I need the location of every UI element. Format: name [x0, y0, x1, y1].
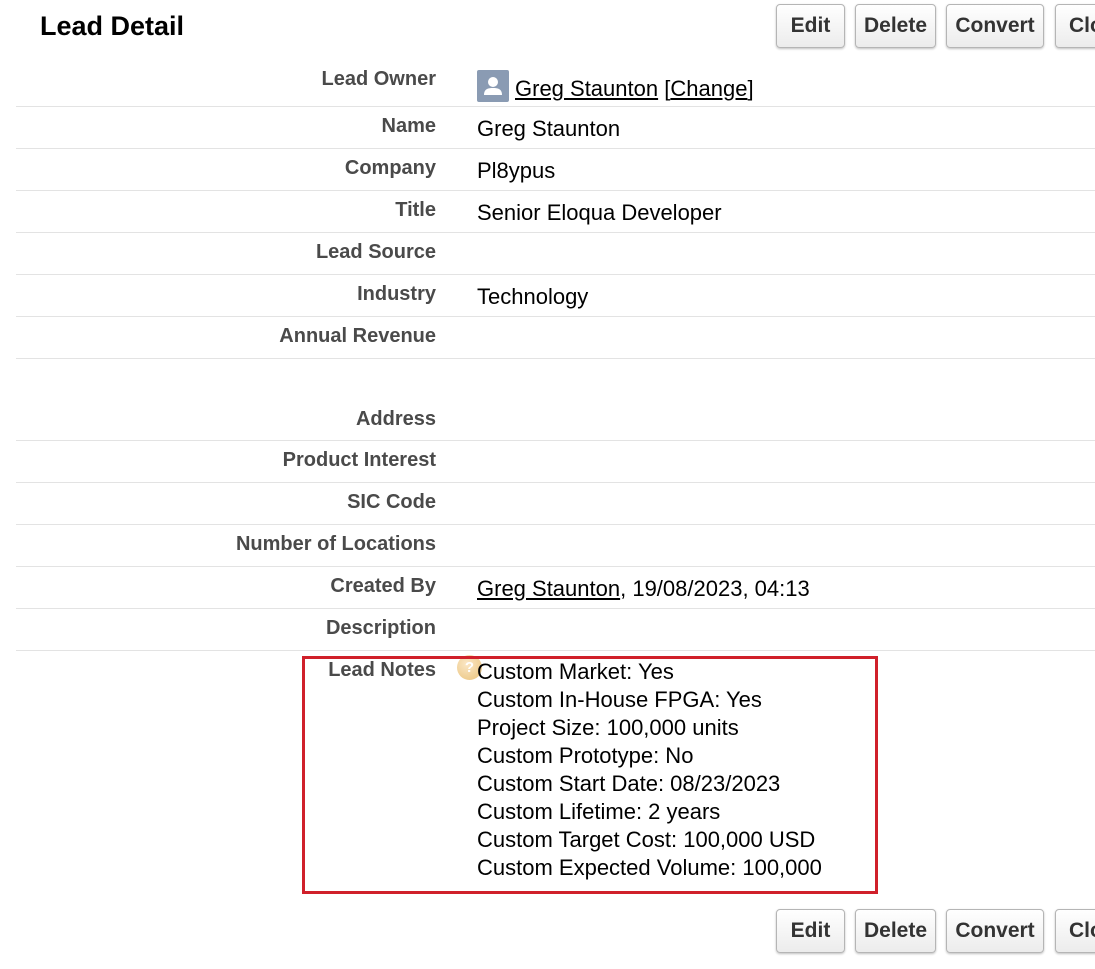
field-row-lead-source: Lead Source [16, 233, 1095, 275]
page-title: Lead Detail [40, 11, 185, 41]
field-label: Address [355, 408, 436, 430]
delete-button[interactable]: Delete [855, 909, 936, 953]
convert-button[interactable]: Convert [946, 4, 1044, 48]
field-value: Pl8ypus [477, 158, 556, 183]
field-label: Number of Locations [235, 533, 436, 555]
change-owner-link[interactable]: Change [670, 76, 747, 101]
lead-owner-link[interactable]: Greg Staunton [515, 76, 658, 101]
field-row-lead-owner: Lead Owner Greg Staunton [Change] [16, 62, 1095, 107]
created-datetime: , 19/08/2023, 04:13 [620, 576, 810, 601]
field-label: SIC Code [347, 491, 436, 513]
edit-button[interactable]: Edit [776, 4, 845, 48]
field-label: Industry [357, 283, 436, 305]
highlight-box [302, 656, 878, 894]
field-value: Greg Staunton [477, 116, 621, 141]
convert-button[interactable]: Convert [946, 909, 1044, 953]
field-row-annual-revenue: Annual Revenue [16, 317, 1095, 359]
field-value: Greg Staunton [Change] [477, 70, 754, 102]
field-row-created-by: Created By Greg Staunton, 19/08/2023, 04… [16, 567, 1095, 609]
field-row-sic-code: SIC Code [16, 483, 1095, 525]
field-label: Created By [330, 575, 436, 597]
field-row-product-interest: Product Interest [16, 441, 1095, 483]
field-value: Senior Eloqua Developer [477, 200, 722, 225]
clone-button[interactable]: Clone [1055, 909, 1095, 953]
field-row-title: Title Senior Eloqua Developer [16, 191, 1095, 233]
field-row-description: Description [16, 609, 1095, 651]
field-label: Company [344, 157, 436, 179]
created-by-link[interactable]: Greg Staunton [477, 576, 620, 601]
change-bracket-close: ] [747, 76, 754, 101]
field-row-name: Name Greg Staunton [16, 107, 1095, 149]
clone-button[interactable]: Clone [1055, 4, 1095, 48]
field-label: Lead Source [315, 241, 436, 263]
field-row-company: Company Pl8ypus [16, 149, 1095, 191]
field-row-industry: Industry Technology [16, 275, 1095, 317]
field-label: Annual Revenue [279, 325, 436, 347]
field-label: Title [395, 199, 436, 221]
field-row-address: Address [16, 359, 1095, 441]
field-label: Lead Owner [321, 68, 436, 90]
user-avatar-icon [477, 70, 509, 102]
field-row-number-of-locations: Number of Locations [16, 525, 1095, 567]
field-label: Name [381, 115, 436, 137]
field-value: Greg Staunton, 19/08/2023, 04:13 [477, 576, 810, 602]
delete-button[interactable]: Delete [855, 4, 936, 48]
edit-button[interactable]: Edit [776, 909, 845, 953]
field-label: Product Interest [282, 449, 436, 471]
field-value: Technology [477, 284, 589, 309]
field-label: Description [325, 617, 436, 639]
